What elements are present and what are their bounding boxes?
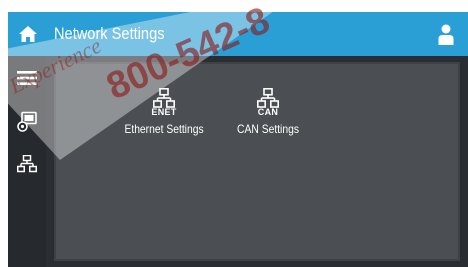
sidebar-item-network[interactable] [12, 150, 42, 178]
header-bar: Network Settings [8, 12, 468, 56]
home-button[interactable] [12, 20, 44, 48]
user-button[interactable] [434, 22, 458, 48]
device-screen: Network Settings ENET Ethernet Settings … [8, 12, 468, 267]
hamburger-menu-icon [17, 71, 37, 85]
network-icon [153, 88, 175, 108]
can-settings-button[interactable]: CAN CAN Settings [220, 88, 316, 158]
network-icon [17, 155, 37, 173]
tile-label: CAN Settings [237, 122, 299, 136]
content-panel: ENET Ethernet Settings CAN CAN Settings [54, 62, 460, 261]
ethernet-settings-button[interactable]: ENET Ethernet Settings [116, 88, 212, 158]
tile-tag: CAN [257, 107, 279, 117]
user-icon [438, 24, 454, 45]
network-icon [257, 88, 279, 108]
sidebar-item-menu[interactable] [12, 64, 42, 92]
sidebar-item-display[interactable] [12, 108, 42, 136]
home-icon [19, 26, 37, 42]
sidebar [8, 56, 46, 267]
display-settings-icon [17, 111, 37, 132]
tile-tag: ENET [151, 107, 177, 117]
tile-label: Ethernet Settings [124, 122, 204, 136]
page-title: Network Settings [54, 24, 165, 43]
